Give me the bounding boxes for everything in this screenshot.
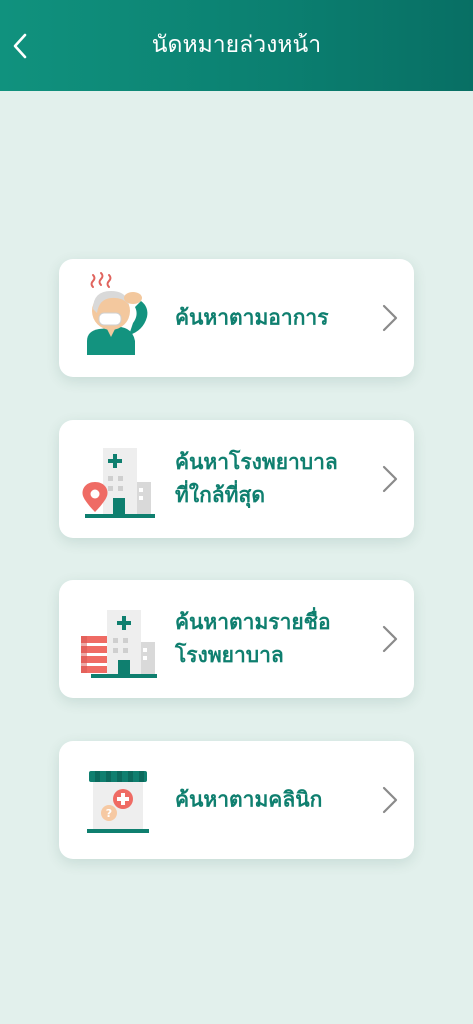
search-hospital-by-name-label: ค้นหาตามรายชื่อ โรงพยาบาล bbox=[175, 610, 331, 667]
search-nearest-hospital-card[interactable]: ค้นหาโรงพยาบาล ที่ใกล้ที่สุด bbox=[59, 420, 414, 538]
clinic-icon: ? bbox=[87, 771, 149, 833]
sick-person-icon bbox=[87, 272, 148, 355]
app-header: นัดหมายล่วงหน้า bbox=[0, 0, 473, 91]
search-nearest-hospital-label: ค้นหาโรงพยาบาล ที่ใกล้ที่สุด bbox=[175, 450, 338, 507]
search-by-symptom-label: ค้นหาตามอาการ bbox=[175, 305, 329, 330]
chevron-right-icon bbox=[382, 786, 398, 814]
page-title: นัดหมายล่วงหน้า bbox=[151, 32, 322, 58]
chevron-right-icon bbox=[382, 625, 398, 653]
search-by-clinic-label: ค้นหาตามคลินิก bbox=[175, 787, 323, 812]
svg-text:?: ? bbox=[106, 807, 112, 820]
search-hospital-by-name-card[interactable]: ค้นหาตามรายชื่อ โรงพยาบาล bbox=[59, 580, 414, 698]
search-by-symptom-card[interactable]: ค้นหาตามอาการ bbox=[59, 259, 414, 377]
hospital-list-icon bbox=[81, 610, 157, 678]
chevron-right-icon bbox=[382, 304, 398, 332]
chevron-right-icon bbox=[382, 465, 398, 493]
search-by-clinic-card[interactable]: ? ค้นหาตามคลินิก bbox=[59, 741, 414, 859]
hospital-location-icon bbox=[82, 448, 155, 518]
